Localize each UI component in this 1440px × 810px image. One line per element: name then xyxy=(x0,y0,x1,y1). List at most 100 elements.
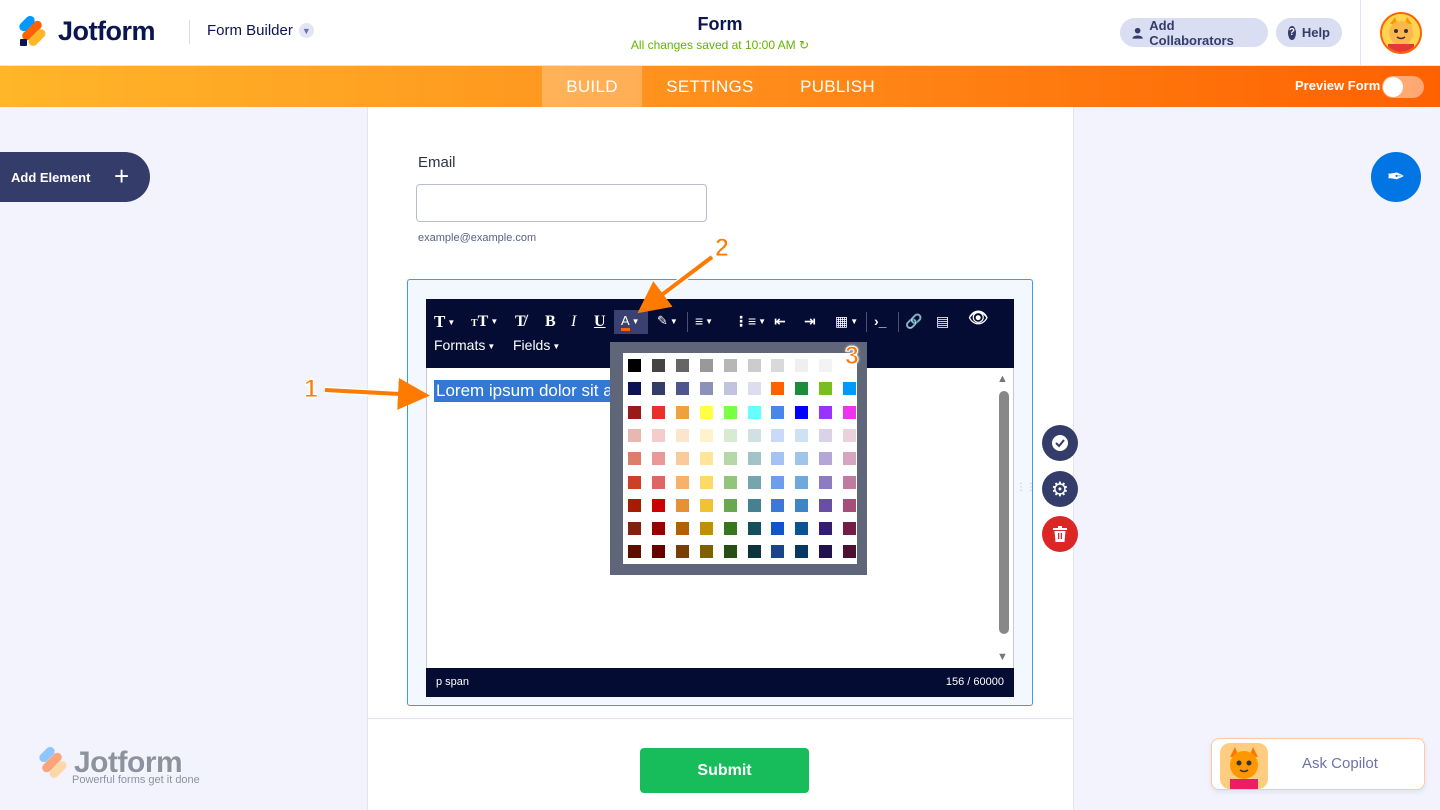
outdent-icon[interactable]: ⇤ xyxy=(774,312,786,330)
color-swatch[interactable] xyxy=(699,405,713,419)
color-swatch[interactable] xyxy=(795,359,809,372)
selected-text[interactable]: Lorem ipsum dolor sit a xyxy=(434,380,615,402)
color-swatch[interactable] xyxy=(843,405,857,419)
bullet-list-icon[interactable]: ⋮≡ ▼ xyxy=(734,312,766,331)
color-swatch[interactable] xyxy=(843,545,857,559)
color-swatch[interactable] xyxy=(675,405,689,419)
color-swatch[interactable] xyxy=(819,382,833,396)
clear-format-icon[interactable]: T̸ xyxy=(515,313,526,331)
color-swatch[interactable] xyxy=(651,382,665,396)
color-swatch[interactable] xyxy=(843,522,857,536)
color-swatch[interactable] xyxy=(628,382,641,396)
color-swatch[interactable] xyxy=(843,428,857,442)
color-swatch[interactable] xyxy=(628,545,641,559)
color-swatch[interactable] xyxy=(747,382,761,396)
field-settings-button[interactable]: ⚙ xyxy=(1042,471,1078,507)
color-swatch[interactable] xyxy=(771,475,785,489)
align-icon[interactable]: ≡ ▼ xyxy=(695,312,713,331)
color-swatch[interactable] xyxy=(723,382,737,396)
color-swatch[interactable] xyxy=(771,382,785,396)
indent-icon[interactable]: ⇥ xyxy=(804,312,816,330)
color-swatch[interactable] xyxy=(819,498,833,512)
code-icon[interactable]: ›_ xyxy=(874,312,886,330)
tab-publish[interactable]: PUBLISH xyxy=(790,66,885,107)
color-swatch[interactable] xyxy=(723,475,737,489)
color-swatch[interactable] xyxy=(699,452,713,466)
scroll-up-icon[interactable]: ▲ xyxy=(997,373,1008,385)
checkmark-button[interactable] xyxy=(1042,425,1078,461)
font-family-icon[interactable]: T ▼ xyxy=(434,312,455,332)
color-swatch[interactable] xyxy=(723,359,737,372)
color-swatch[interactable] xyxy=(675,359,689,372)
color-swatch[interactable] xyxy=(795,545,809,559)
color-swatch[interactable] xyxy=(699,428,713,442)
color-swatch[interactable] xyxy=(651,498,665,512)
color-swatch[interactable] xyxy=(819,545,833,559)
form-designer-button[interactable]: ✒ xyxy=(1371,152,1421,202)
color-swatch[interactable] xyxy=(628,428,641,442)
color-swatch[interactable] xyxy=(699,475,713,489)
ask-copilot-button[interactable]: Ask Copilot xyxy=(1211,738,1425,790)
drag-handle-icon[interactable]: ⋮⋮ xyxy=(1016,483,1036,493)
color-swatch[interactable] xyxy=(819,405,833,419)
color-swatch[interactable] xyxy=(747,405,761,419)
color-swatch[interactable] xyxy=(651,359,665,372)
color-swatch[interactable] xyxy=(819,452,833,466)
color-swatch[interactable] xyxy=(628,452,641,466)
color-swatch[interactable] xyxy=(771,498,785,512)
color-swatch[interactable] xyxy=(795,498,809,512)
color-swatch[interactable] xyxy=(675,428,689,442)
color-swatch[interactable] xyxy=(819,428,833,442)
color-swatch[interactable] xyxy=(795,452,809,466)
color-swatch[interactable] xyxy=(771,452,785,466)
color-swatch[interactable] xyxy=(628,522,641,536)
color-swatch[interactable] xyxy=(651,475,665,489)
color-swatch[interactable] xyxy=(699,359,713,372)
tab-build[interactable]: BUILD xyxy=(542,66,642,107)
color-swatch[interactable] xyxy=(723,452,737,466)
color-swatch[interactable] xyxy=(651,452,665,466)
color-swatch[interactable] xyxy=(675,475,689,489)
text-color-icon[interactable]: A ▼ xyxy=(621,312,640,331)
color-swatch[interactable] xyxy=(747,359,761,372)
bold-icon[interactable]: B xyxy=(545,313,556,331)
add-collaborators-button[interactable]: Add Collaborators xyxy=(1120,18,1268,48)
scroll-down-icon[interactable]: ▼ xyxy=(997,651,1008,663)
table-icon[interactable]: ▦ ▼ xyxy=(835,312,858,331)
delete-field-button[interactable] xyxy=(1042,516,1078,552)
editor-scrollbar[interactable] xyxy=(999,391,1009,634)
add-element-button[interactable]: Add Element + xyxy=(0,152,150,202)
color-swatch[interactable] xyxy=(747,475,761,489)
color-swatch[interactable] xyxy=(843,475,857,489)
help-button[interactable]: ? Help xyxy=(1276,18,1342,47)
color-swatch[interactable] xyxy=(795,382,809,396)
color-swatch[interactable] xyxy=(723,545,737,559)
color-swatch[interactable] xyxy=(675,498,689,512)
color-swatch[interactable] xyxy=(699,545,713,559)
color-swatch[interactable] xyxy=(651,405,665,419)
color-swatch[interactable] xyxy=(723,428,737,442)
color-swatch[interactable] xyxy=(675,522,689,536)
element-path[interactable]: p span xyxy=(436,676,469,688)
color-swatch[interactable] xyxy=(771,405,785,419)
color-swatch[interactable] xyxy=(675,382,689,396)
color-swatch[interactable] xyxy=(771,545,785,559)
user-avatar[interactable] xyxy=(1380,12,1422,54)
color-swatch[interactable] xyxy=(723,498,737,512)
color-swatch[interactable] xyxy=(651,545,665,559)
highlight-icon[interactable]: ✎ ▼ xyxy=(657,312,678,331)
color-swatch[interactable] xyxy=(843,382,857,396)
color-swatch[interactable] xyxy=(651,428,665,442)
color-swatch[interactable] xyxy=(843,452,857,466)
color-swatch[interactable] xyxy=(819,475,833,489)
color-swatch[interactable] xyxy=(747,428,761,442)
color-swatch[interactable] xyxy=(795,405,809,419)
color-swatch[interactable] xyxy=(723,405,737,419)
color-swatch[interactable] xyxy=(699,522,713,536)
color-swatch[interactable] xyxy=(795,475,809,489)
formats-menu[interactable]: Formats ▼ xyxy=(434,337,495,353)
color-swatch[interactable] xyxy=(628,405,641,419)
underline-icon[interactable]: U xyxy=(594,313,606,331)
color-swatch[interactable] xyxy=(747,545,761,559)
italic-icon[interactable]: I xyxy=(571,313,576,331)
